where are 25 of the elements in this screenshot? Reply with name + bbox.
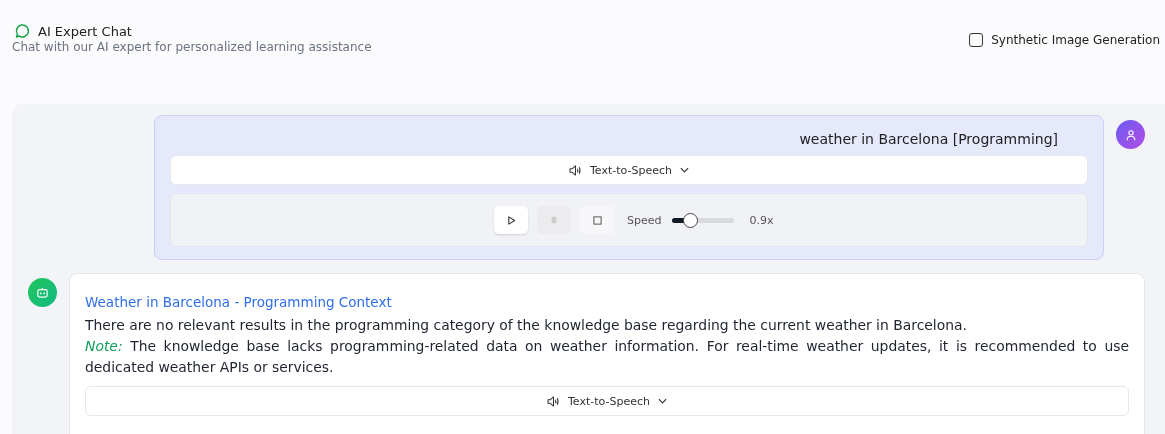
checkbox-label[interactable]: Synthetic Image Generation (991, 33, 1160, 47)
stop-icon (592, 215, 602, 225)
bot-avatar (28, 278, 57, 307)
play-button[interactable] (494, 206, 528, 234)
answer-heading: Weather in Barcelona - Programming Context (85, 294, 393, 310)
speaker-icon (547, 395, 560, 407)
chat-bubble-icon (14, 23, 30, 39)
text-to-speech-toggle[interactable]: Text-to-Speech (170, 155, 1088, 185)
page-title: AI Expert Chat (38, 23, 132, 39)
stop-button[interactable] (580, 206, 614, 234)
speed-slider[interactable] (672, 212, 735, 228)
speaker-icon (569, 164, 582, 176)
caret-icon (657, 398, 667, 404)
answer-paragraph: Note: The knowledge base lacks programming-related data on weather information. For real-time weather updates, it is recommended to use dedicated weather APIs or services. (85, 337, 1129, 377)
checkbox[interactable] (969, 33, 984, 47)
pause-icon (550, 215, 558, 225)
user-avatar (1116, 120, 1145, 149)
answer-paragraph: There are no relevant results in the programming category of the knowledge base regarding the current weather in Barcelona. (85, 316, 968, 335)
play-icon (506, 215, 516, 225)
text-to-speech-toggle[interactable]: Text-to-Speech (85, 386, 1129, 416)
page-subtitle: Chat with our AI expert for personalized learning assistance (12, 40, 372, 54)
caret-icon (679, 167, 689, 173)
user-message: weather in Barcelona [Programming] (798, 130, 1059, 147)
speed-value: 0.9x (749, 213, 774, 227)
speed-label: Speed (627, 213, 662, 227)
